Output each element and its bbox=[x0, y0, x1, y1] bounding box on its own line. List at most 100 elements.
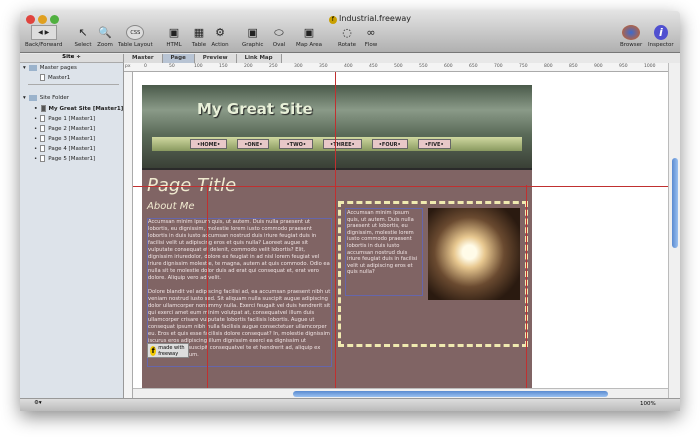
guide-line[interactable] bbox=[207, 185, 208, 388]
select-icon: ↖ bbox=[78, 26, 88, 39]
tab-preview[interactable]: Preview bbox=[194, 54, 237, 63]
nav-five[interactable]: •FIVE• bbox=[417, 139, 451, 149]
flow-button[interactable]: ∞ Flow bbox=[362, 25, 380, 48]
page-item[interactable]: • Page 1 [Master1] bbox=[34, 115, 95, 122]
nav-four[interactable]: •FOUR• bbox=[371, 139, 408, 149]
freeway-logo-icon: f bbox=[150, 345, 157, 356]
tab-page[interactable]: Page bbox=[162, 54, 195, 63]
page-item[interactable]: • Page 3 [Master1] bbox=[34, 135, 95, 142]
ruler-tick: 250 bbox=[269, 64, 278, 69]
guide-line[interactable] bbox=[335, 72, 336, 388]
html-box-icon: ▣ bbox=[168, 26, 180, 39]
oval-button[interactable]: ⬭ Oval bbox=[270, 25, 288, 49]
back-forward-button[interactable]: ◀ ▶ Back/Forward bbox=[25, 25, 62, 48]
page-item[interactable]: • Page 4 [Master1] bbox=[34, 145, 95, 152]
paragraph: Accumsan minim ipsum quis, ut autem. Dui… bbox=[148, 219, 330, 281]
about-heading[interactable]: About Me bbox=[147, 201, 195, 212]
map-area-button[interactable]: ▣ Map Area bbox=[296, 25, 322, 48]
badge-text: made with freeway bbox=[158, 344, 185, 357]
ruler-tick: 600 bbox=[444, 64, 453, 69]
app-window: f Industrial.freeway ◀ ▶ Back/Forward ↖ Sel… bbox=[20, 11, 680, 411]
page-item[interactable]: • My Great Site [Master1] bbox=[34, 105, 123, 112]
page-icon bbox=[40, 74, 45, 81]
ruler-tick: 1000 bbox=[644, 64, 656, 69]
sun-image[interactable] bbox=[428, 208, 520, 300]
folder-icon bbox=[28, 95, 37, 101]
page-icon bbox=[40, 105, 46, 112]
site-name[interactable]: My Great Site bbox=[197, 100, 313, 118]
vertical-ruler bbox=[124, 72, 133, 398]
css-icon: CSS bbox=[126, 25, 145, 40]
ruler-tick: 500 bbox=[394, 64, 403, 69]
vertical-scroll-thumb[interactable] bbox=[672, 158, 678, 248]
ruler-tick: 0 bbox=[144, 64, 147, 69]
inspector-button[interactable]: i Inspector bbox=[648, 25, 674, 48]
ruler-tick: 700 bbox=[494, 64, 503, 69]
guide-line[interactable] bbox=[526, 185, 527, 388]
map-area-icon: ▣ bbox=[303, 26, 315, 39]
zoom-icon: 🔍 bbox=[98, 26, 112, 39]
page-canvas[interactable]: My Great Site •HOME• •ONE• •TWO• •THREE•… bbox=[133, 72, 668, 388]
site-sidebar: ▾ Master pages Master1 ▾ Site Folder • M… bbox=[20, 63, 124, 398]
ruler-tick: 400 bbox=[344, 64, 353, 69]
tab-master[interactable]: Master bbox=[124, 54, 163, 63]
master-item[interactable]: Master1 bbox=[40, 74, 70, 81]
zoom-tool-button[interactable]: 🔍 Zoom bbox=[96, 25, 114, 48]
ruler-tick: 300 bbox=[294, 64, 303, 69]
nav-one[interactable]: •ONE• bbox=[237, 139, 270, 149]
ruler-tick: 450 bbox=[369, 64, 378, 69]
rotate-icon: ◌ bbox=[342, 26, 352, 39]
ruler-tick: 200 bbox=[244, 64, 253, 69]
site-header[interactable]: Site ÷ bbox=[20, 54, 124, 63]
action-button[interactable]: ⚙ Action bbox=[211, 25, 229, 48]
ruler-unit: px bbox=[125, 64, 131, 69]
divider bbox=[28, 84, 119, 85]
nav-two[interactable]: •TWO• bbox=[279, 139, 314, 149]
select-button[interactable]: ↖ Select bbox=[74, 25, 92, 48]
oval-icon: ⬭ bbox=[274, 25, 284, 39]
ruler-tick: 150 bbox=[219, 64, 228, 69]
browser-button[interactable]: Browser bbox=[620, 25, 642, 48]
side-text-box[interactable]: Accumsan minim ipsum quis, ut autem. Dui… bbox=[345, 208, 423, 296]
page-icon bbox=[40, 125, 46, 132]
horizontal-scrollbar[interactable] bbox=[133, 388, 668, 398]
folder-icon bbox=[28, 65, 37, 71]
vertical-scrollbar[interactable] bbox=[668, 63, 680, 398]
dashed-box[interactable]: Accumsan minim ipsum quis, ut autem. Dui… bbox=[338, 201, 528, 347]
info-icon: i bbox=[653, 25, 668, 40]
web-page: My Great Site •HOME• •ONE• •TWO• •THREE•… bbox=[133, 72, 668, 388]
nav-three[interactable]: •THREE• bbox=[323, 139, 362, 149]
firefox-icon bbox=[622, 25, 641, 40]
flow-icon: ∞ bbox=[366, 26, 376, 39]
page-icon bbox=[40, 135, 46, 142]
status-bar: ⚙▾ 100% bbox=[20, 398, 680, 411]
action-gear-icon: ⚙ bbox=[215, 26, 225, 39]
gear-menu-icon[interactable]: ⚙▾ bbox=[34, 400, 42, 406]
guide-line[interactable] bbox=[133, 186, 668, 187]
made-with-freeway-badge[interactable]: f made with freeway bbox=[147, 343, 189, 358]
window-title: f Industrial.freeway bbox=[20, 14, 680, 24]
html-button[interactable]: ▣ HTML bbox=[165, 25, 183, 48]
tab-link-map[interactable]: Link Map bbox=[236, 54, 282, 63]
table-button[interactable]: ▦ Table bbox=[190, 25, 208, 48]
ruler-tick: 750 bbox=[519, 64, 528, 69]
table-layout-button[interactable]: CSS Table Layout bbox=[118, 25, 153, 48]
ruler-tick: 800 bbox=[544, 64, 553, 69]
ruler-tick: 900 bbox=[594, 64, 603, 69]
rotate-button[interactable]: ◌ Rotate bbox=[338, 25, 356, 48]
graphic-icon: ▣ bbox=[247, 26, 258, 39]
ruler-tick: 950 bbox=[619, 64, 628, 69]
zoom-level[interactable]: 100% bbox=[640, 401, 656, 407]
ruler-tick: 50 bbox=[169, 64, 175, 69]
master-pages-group[interactable]: ▾ Master pages bbox=[23, 65, 77, 71]
page-item[interactable]: • Page 5 [Master1] bbox=[34, 155, 95, 162]
horizontal-scroll-thumb[interactable] bbox=[293, 391, 608, 397]
graphic-button[interactable]: ▣ Graphic bbox=[242, 25, 263, 48]
table-icon: ▦ bbox=[193, 26, 205, 39]
ruler-tick: 100 bbox=[194, 64, 203, 69]
site-folder-group[interactable]: ▾ Site Folder bbox=[23, 95, 69, 101]
toolbar: f Industrial.freeway ◀ ▶ Back/Forward ↖ Sel… bbox=[20, 11, 680, 53]
nav-bar: •HOME• •ONE• •TWO• •THREE• •FOUR• •FIVE• bbox=[152, 137, 522, 151]
nav-home[interactable]: •HOME• bbox=[190, 139, 228, 149]
page-item[interactable]: • Page 2 [Master1] bbox=[34, 125, 95, 132]
